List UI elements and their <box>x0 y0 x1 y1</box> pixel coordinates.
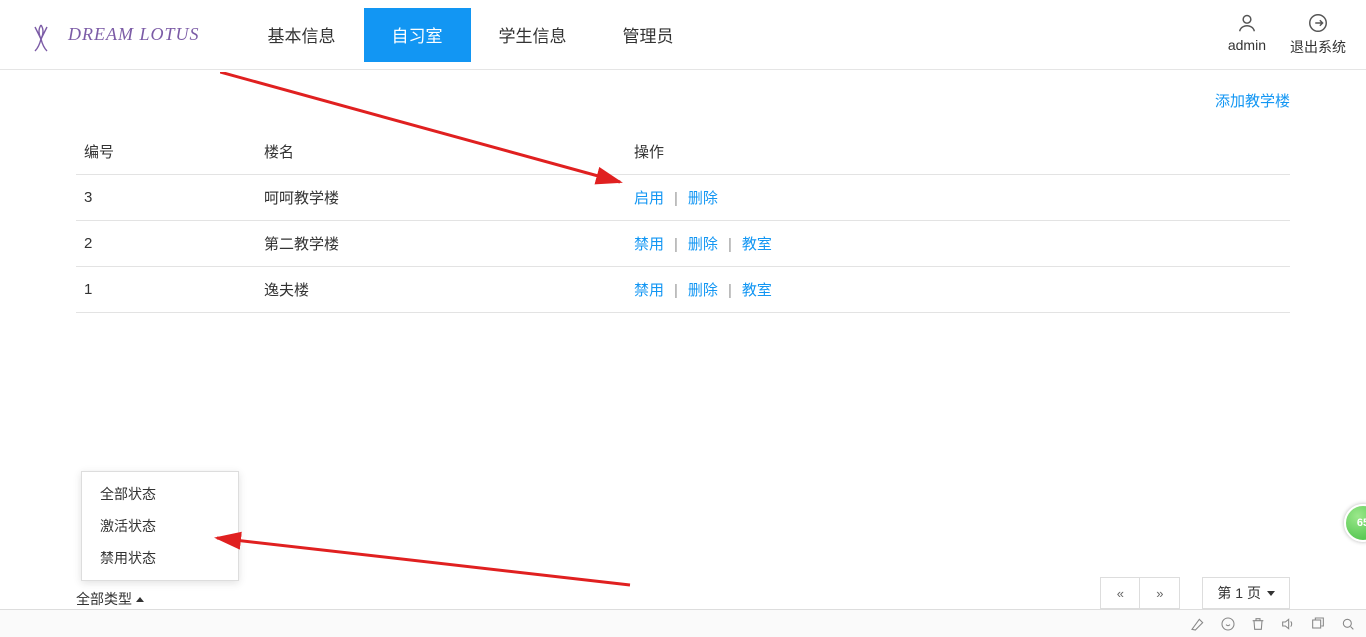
action-divider: | <box>728 236 732 253</box>
status-option-all[interactable]: 全部状态 <box>82 478 238 510</box>
table-row: 1逸夫楼禁用 | 删除 | 教室 <box>76 267 1290 313</box>
col-header-actions: 操作 <box>626 129 1290 175</box>
floating-badge[interactable]: 65 <box>1344 504 1366 542</box>
building-table: 编号 楼名 操作 3呵呵教学楼启用|删除2第二教学楼禁用|删除|教室1逸夫楼禁用… <box>76 129 1290 313</box>
nav-item-admin[interactable]: 管理员 <box>595 8 702 62</box>
type-selector[interactable]: 全部类型 <box>76 589 144 609</box>
status-dropdown-menu: 全部状态 激活状态 禁用状态 <box>81 471 239 581</box>
next-page-button[interactable]: » <box>1140 577 1180 609</box>
table-header-row: 编号 楼名 操作 <box>76 129 1290 175</box>
tool-icon-2[interactable] <box>1220 616 1236 632</box>
search-icon[interactable] <box>1340 616 1356 632</box>
page-indicator[interactable]: 第 1 页 <box>1202 577 1290 609</box>
user-profile[interactable]: admin <box>1228 12 1266 53</box>
action-divider: | <box>674 282 678 299</box>
action-link[interactable]: 教室 <box>742 236 772 253</box>
pagination: « » 第 1 页 <box>1100 577 1290 609</box>
action-divider: | <box>728 282 732 299</box>
action-link[interactable]: 删除 <box>688 190 718 207</box>
trash-icon[interactable] <box>1250 616 1266 632</box>
cell-id: 1 <box>76 267 256 313</box>
footer-bar: 全部类型 « » 第 1 页 <box>0 577 1366 609</box>
caret-up-icon <box>136 597 144 602</box>
action-link[interactable]: 禁用 <box>634 236 664 253</box>
add-building-link[interactable]: 添加教学楼 <box>1215 90 1290 111</box>
logout-button[interactable]: 退出系统 <box>1290 12 1346 57</box>
action-link[interactable]: 教室 <box>742 282 772 299</box>
user-name-label: admin <box>1228 37 1266 53</box>
nav-item-study-room[interactable]: 自习室 <box>364 8 471 62</box>
cell-id: 3 <box>76 175 256 221</box>
user-area: admin 退出系统 <box>1228 12 1346 57</box>
windows-icon[interactable] <box>1310 616 1326 632</box>
table-row: 2第二教学楼禁用 | 删除 | 教室 <box>76 221 1290 267</box>
action-link[interactable]: 启用 <box>634 190 664 207</box>
action-link[interactable]: 删除 <box>688 236 718 253</box>
nav-item-basic-info[interactable]: 基本信息 <box>240 8 364 62</box>
action-link[interactable]: 删除 <box>688 282 718 299</box>
pagination-buttons: « » <box>1100 577 1180 609</box>
sound-icon[interactable] <box>1280 616 1296 632</box>
page-content: 添加教学楼 编号 楼名 操作 3呵呵教学楼启用 | 删除 2第二教学楼禁用 | 删除 | 教室… <box>0 70 1366 313</box>
col-header-name: 楼名 <box>256 129 626 175</box>
cell-name: 第二教学楼 <box>256 221 626 267</box>
browser-status-bar <box>0 609 1366 637</box>
prev-page-button[interactable]: « <box>1100 577 1140 609</box>
logout-icon <box>1307 12 1329 34</box>
status-option-disabled[interactable]: 禁用状态 <box>82 542 238 574</box>
brand-logo: DREAM LOTUS <box>20 14 200 56</box>
logout-label: 退出系统 <box>1290 37 1346 57</box>
badge-value: 65 <box>1357 517 1366 529</box>
page-indicator-label: 第 1 页 <box>1217 583 1261 603</box>
user-icon <box>1236 12 1258 34</box>
cell-actions: 禁用 | 删除 | 教室 <box>626 221 1290 267</box>
lotus-icon <box>20 14 62 56</box>
col-header-id: 编号 <box>76 129 256 175</box>
table-row: 3呵呵教学楼启用 | 删除 <box>76 175 1290 221</box>
cell-id: 2 <box>76 221 256 267</box>
cell-actions: 启用 | 删除 <box>626 175 1290 221</box>
caret-down-icon <box>1267 591 1275 596</box>
top-navbar: DREAM LOTUS 基本信息 自习室 学生信息 管理员 admin 退出系统 <box>0 0 1366 70</box>
nav-item-student-info[interactable]: 学生信息 <box>471 8 595 62</box>
cell-name: 逸夫楼 <box>256 267 626 313</box>
status-option-active[interactable]: 激活状态 <box>82 510 238 542</box>
cell-name: 呵呵教学楼 <box>256 175 626 221</box>
main-nav: 基本信息 自习室 学生信息 管理员 <box>240 8 702 62</box>
action-divider: | <box>674 236 678 253</box>
cell-actions: 禁用 | 删除 | 教室 <box>626 267 1290 313</box>
type-selector-label: 全部类型 <box>76 589 132 609</box>
brand-text: DREAM LOTUS <box>68 24 200 45</box>
action-divider: | <box>674 190 678 207</box>
action-link[interactable]: 禁用 <box>634 282 664 299</box>
tool-icon-1[interactable] <box>1190 616 1206 632</box>
